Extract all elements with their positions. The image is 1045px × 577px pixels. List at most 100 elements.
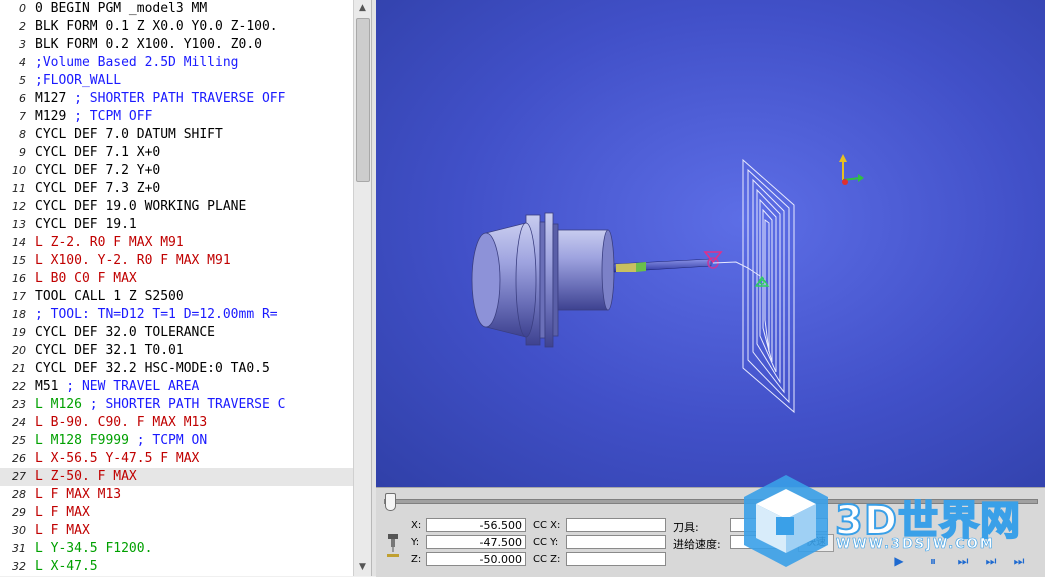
code-line[interactable]: 25 L M128 F9999 ; TCPM ON: [0, 432, 353, 450]
line-text: M127 ; SHORTER PATH TRAVERSE OFF: [35, 90, 285, 108]
code-line[interactable]: 4 ;Volume Based 2.5D Milling: [0, 54, 353, 72]
code-line[interactable]: 17 TOOL CALL 1 Z S2500: [0, 288, 353, 306]
code-line[interactable]: 13 CYCL DEF 19.1: [0, 216, 353, 234]
code-line[interactable]: 18 ; TOOL: TN=D12 T=1 D=12.00mm R=: [0, 306, 353, 324]
y-coordinate-field[interactable]: -47.500: [426, 535, 526, 549]
simulation-3d-viewport[interactable]: [376, 0, 1045, 487]
x-label: X:: [411, 520, 422, 531]
line-number: 19: [12, 326, 26, 339]
code-line[interactable]: 10 CYCL DEF 7.2 Y+0: [0, 162, 353, 180]
code-line[interactable]: 6 M127 ; SHORTER PATH TRAVERSE OFF: [0, 90, 353, 108]
code-line[interactable]: 11 CYCL DEF 7.3 Z+0: [0, 180, 353, 198]
line-number: 29: [12, 506, 26, 519]
line-number: 3: [19, 38, 26, 51]
line-number: 12: [12, 200, 26, 213]
timeline-slider-handle[interactable]: [385, 493, 396, 511]
nc-code-editor[interactable]: 0 0 BEGIN PGM _model3 MM 2 BLK FORM 0.1 Z X…: [0, 0, 353, 576]
line-comment-part: ; SHORTER PATH TRAVERSE C: [81, 397, 286, 412]
line-comment-part: ; TCPM OFF: [66, 109, 153, 124]
ccy-label: CC Y:: [533, 537, 559, 548]
line-code-part: M127: [35, 91, 67, 106]
line-number: 23: [12, 398, 26, 411]
code-line[interactable]: 7 M129 ; TCPM OFF: [0, 108, 353, 126]
line-text: ;Volume Based 2.5D Milling: [35, 55, 239, 70]
code-line[interactable]: 5 ;FLOOR_WALL: [0, 72, 353, 90]
line-number: 13: [12, 218, 26, 231]
line-text: M51 ; NEW TRAVEL AREA: [35, 378, 199, 396]
line-text: CYCL DEF 7.1 X+0: [35, 145, 161, 160]
code-line[interactable]: 9 CYCL DEF 7.1 X+0: [0, 144, 353, 162]
ccy-field[interactable]: [566, 535, 666, 549]
code-line[interactable]: 27 L Z-50. F MAX: [0, 468, 353, 486]
line-number: 15: [12, 254, 26, 267]
line-comment-part: ; TCPM ON: [128, 433, 208, 448]
line-number: 20: [12, 344, 26, 357]
step-z-icon[interactable]: ⏭: [1010, 552, 1028, 570]
code-line[interactable]: 2 BLK FORM 0.1 Z X0.0 Y0.0 Z-100.: [0, 18, 353, 36]
scroll-thumb[interactable]: [356, 18, 370, 182]
line-text: CYCL DEF 32.2 HSC-MODE:0 TA0.5: [35, 361, 270, 376]
step-forward-icon[interactable]: ⏭: [954, 552, 972, 570]
scroll-down-icon[interactable]: ▼: [354, 559, 371, 576]
line-number: 2: [19, 20, 26, 33]
line-text: L Y-34.5 F1200.: [35, 541, 153, 556]
code-line[interactable]: 26 L X-56.5 Y-47.5 F MAX: [0, 450, 353, 468]
code-line[interactable]: 0 0 BEGIN PGM _model3 MM: [0, 0, 353, 18]
code-line[interactable]: 3 BLK FORM 0.2 X100. Y100. Z0.0: [0, 36, 353, 54]
code-line[interactable]: 31 L Y-34.5 F1200.: [0, 540, 353, 558]
line-text: CYCL DEF 32.1 T0.01: [35, 343, 184, 358]
code-line[interactable]: 22 M51 ; NEW TRAVEL AREA: [0, 378, 353, 396]
code-line[interactable]: 29 L F MAX: [0, 504, 353, 522]
code-lines: 0 0 BEGIN PGM _model3 MM 2 BLK FORM 0.1 Z X…: [0, 0, 353, 576]
tool-field[interactable]: [730, 518, 828, 532]
code-line[interactable]: 15 L X100. Y-2. R0 F MAX M91: [0, 252, 353, 270]
ccz-label: CC Z:: [533, 554, 561, 565]
line-text: L X100. Y-2. R0 F MAX M91: [35, 253, 231, 268]
code-line[interactable]: 23 L M126 ; SHORTER PATH TRAVERSE C: [0, 396, 353, 414]
line-code-part: L M126: [35, 397, 82, 412]
code-scrollbar[interactable]: ▲ ▼: [353, 0, 371, 576]
code-line[interactable]: 30 L F MAX: [0, 522, 353, 540]
step-tool-icon[interactable]: ⏭: [982, 552, 1000, 570]
line-number: 16: [12, 272, 26, 285]
line-number: 28: [12, 488, 26, 501]
line-number: 22: [12, 380, 26, 393]
ccz-field[interactable]: [566, 552, 666, 566]
code-line[interactable]: 16 L B0 C0 F MAX: [0, 270, 353, 288]
line-number: 24: [12, 416, 26, 429]
feed-rate-field[interactable]: [730, 535, 794, 549]
line-text: L F MAX: [35, 523, 90, 538]
line-text: CYCL DEF 7.2 Y+0: [35, 163, 161, 178]
pause-icon[interactable]: ⏸: [924, 552, 942, 570]
axis-triad-icon: [839, 154, 864, 185]
line-text: CYCL DEF 19.0 WORKING PLANE: [35, 199, 247, 214]
line-number: 6: [19, 92, 26, 105]
y-label: Y:: [411, 537, 420, 548]
code-line[interactable]: 19 CYCL DEF 32.0 TOLERANCE: [0, 324, 353, 342]
code-line[interactable]: 12 CYCL DEF 19.0 WORKING PLANE: [0, 198, 353, 216]
line-text: L F MAX: [35, 505, 90, 520]
x-coordinate-field[interactable]: -56.500: [426, 518, 526, 532]
code-line[interactable]: 24 L B-90. C90. F MAX M13: [0, 414, 353, 432]
toolpath-spiral: [712, 158, 795, 414]
code-line[interactable]: 32 L X-47.5: [0, 558, 353, 576]
line-text: M129 ; TCPM OFF: [35, 108, 152, 126]
code-line[interactable]: 14 L Z-2. R0 F MAX M91: [0, 234, 353, 252]
line-text: CYCL DEF 32.0 TOLERANCE: [35, 325, 216, 340]
line-number: 7: [19, 110, 26, 123]
z-coordinate-field[interactable]: -50.000: [426, 552, 526, 566]
line-text: L X-47.5: [35, 559, 98, 574]
code-line[interactable]: 20 CYCL DEF 32.1 T0.01: [0, 342, 353, 360]
cutting-tool: [613, 251, 723, 273]
code-line[interactable]: 8 CYCL DEF 7.0 DATUM SHIFT: [0, 126, 353, 144]
code-line[interactable]: 28 L F MAX M13: [0, 486, 353, 504]
line-text: TOOL CALL 1 Z S2500: [35, 289, 184, 304]
scroll-up-icon[interactable]: ▲: [354, 0, 371, 17]
line-number: 8: [19, 128, 26, 141]
line-text: L F MAX M13: [35, 487, 122, 502]
ccx-field[interactable]: [566, 518, 666, 532]
rapid-button[interactable]: 快速: [798, 534, 834, 552]
line-number: 14: [12, 236, 26, 249]
play-icon[interactable]: ▶: [890, 552, 908, 570]
code-line[interactable]: 21 CYCL DEF 32.2 HSC-MODE:0 TA0.5: [0, 360, 353, 378]
